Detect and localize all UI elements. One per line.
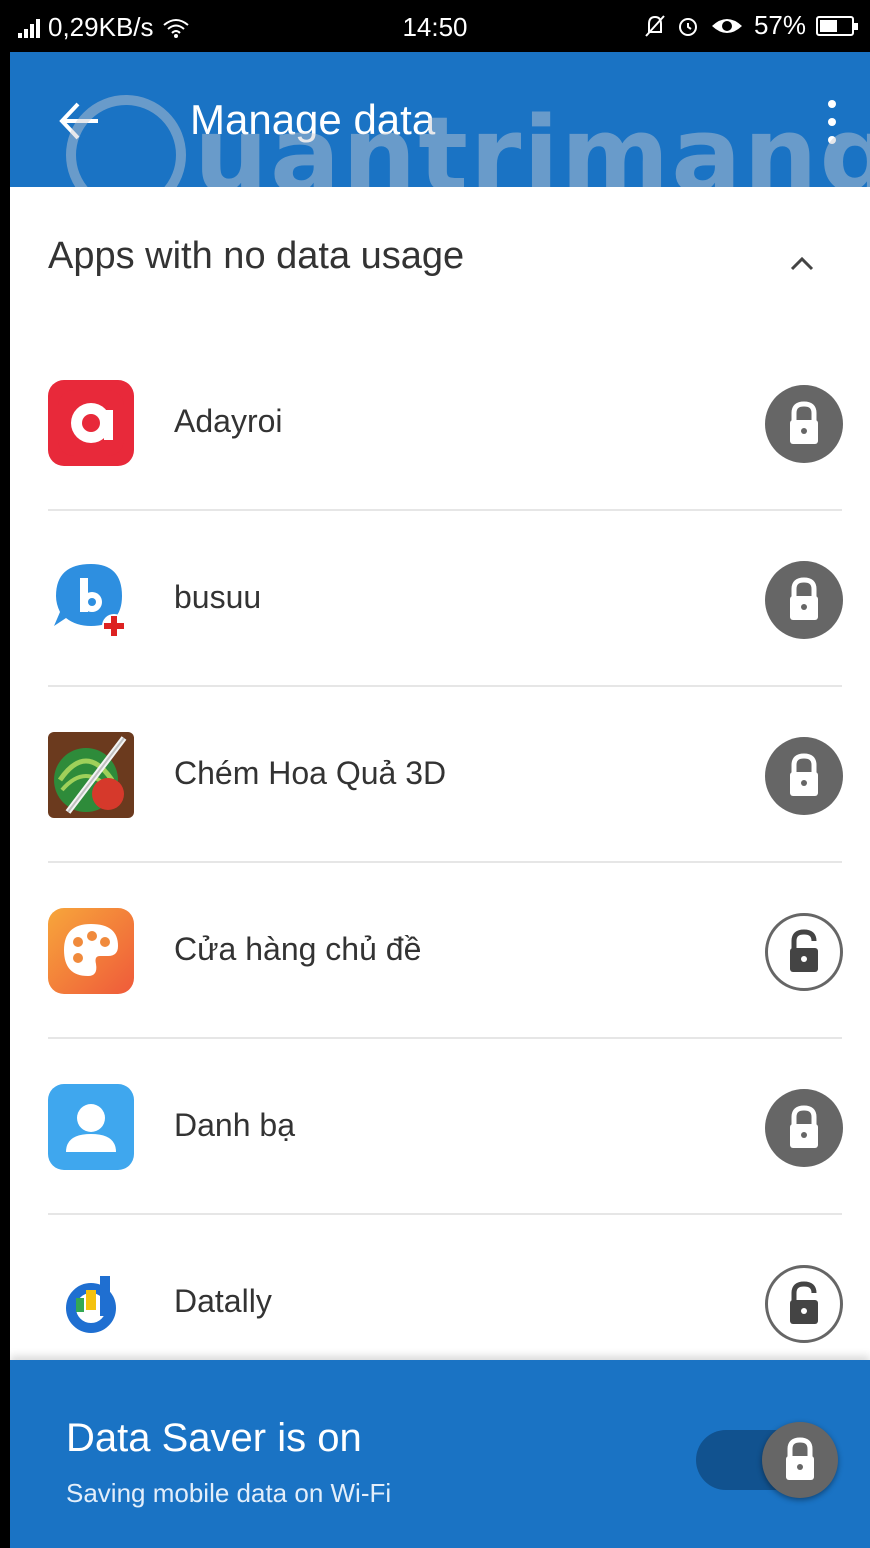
list-item[interactable]: Cửa hàng chủ đề	[10, 863, 870, 1039]
app-name: Adayroi	[174, 403, 283, 439]
alarm-icon	[678, 17, 697, 36]
chevron-up-icon[interactable]	[786, 247, 818, 279]
list-item[interactable]: Chém Hoa Quả 3D	[10, 687, 870, 863]
adayroi-app-icon	[48, 380, 134, 466]
eye-icon	[711, 18, 742, 33]
battery-percent: 57%	[753, 10, 806, 40]
contacts-app-icon	[48, 1084, 134, 1170]
app-name: Datally	[174, 1283, 272, 1319]
lock-icon[interactable]	[765, 561, 843, 639]
battery-fill	[820, 19, 837, 32]
banner-subtitle: Saving mobile data on Wi-Fi	[66, 1478, 392, 1508]
section-header: Apps with no data usage	[48, 235, 465, 277]
unlocked-icon[interactable]	[765, 913, 843, 991]
banner-title: Data Saver is on	[66, 1416, 362, 1460]
toggle-lock-icon[interactable]	[762, 1422, 838, 1498]
list-item[interactable]: Datally	[10, 1215, 870, 1360]
list-item[interactable]: busuu	[10, 511, 870, 687]
busuu-app-icon	[48, 556, 134, 642]
status-right: 57%	[644, 10, 858, 41]
list-item[interactable]: Danh bạ	[10, 1039, 870, 1215]
list-item[interactable]: Adayroi	[10, 335, 870, 511]
battery-icon	[816, 15, 858, 36]
datally-app-icon	[48, 1260, 134, 1346]
data-saver-banner: Data Saver is on Saving mobile data on W…	[10, 1360, 870, 1548]
page-title: Manage data	[190, 96, 436, 143]
app-bar: Manage data	[10, 52, 870, 187]
unlocked-icon[interactable]	[765, 1265, 843, 1343]
lock-icon[interactable]	[765, 385, 843, 463]
app-name: Danh bạ	[174, 1107, 295, 1143]
lock-icon[interactable]	[765, 737, 843, 815]
screen-edge	[0, 52, 10, 1548]
silent-bell-icon	[645, 14, 665, 37]
app-name: Chém Hoa Quả 3D	[174, 755, 447, 791]
fruit-ninja-app-icon	[48, 732, 134, 818]
theme-store-app-icon	[48, 908, 134, 994]
more-options-icon[interactable]	[822, 100, 842, 144]
status-bar: 0,29KB/s 14:50 57%	[0, 0, 870, 52]
lock-icon[interactable]	[765, 1089, 843, 1167]
back-arrow-icon[interactable]	[54, 96, 104, 146]
app-list-container[interactable]: Apps with no data usage Adayroi busuu Ch…	[10, 187, 870, 1360]
app-name: Cửa hàng chủ đề	[174, 931, 422, 967]
app-name: busuu	[174, 579, 262, 615]
